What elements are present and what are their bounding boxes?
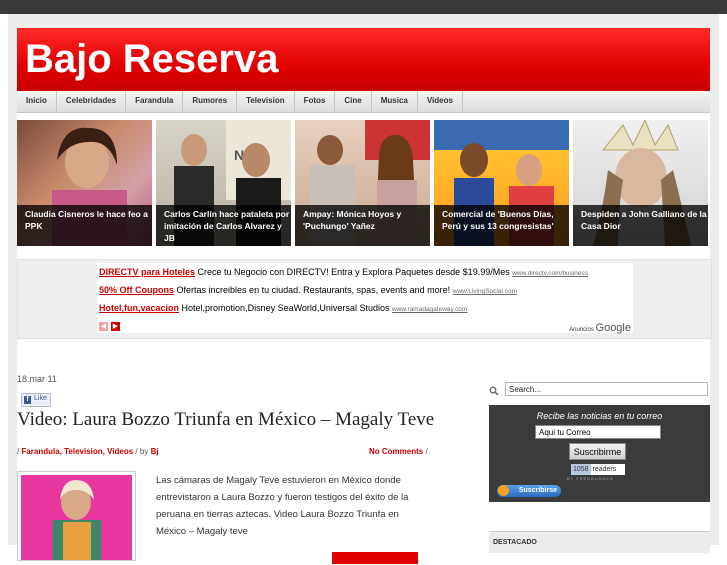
featured-slide[interactable]: Comercial de 'Buenos Días, Perú y sus 13… — [434, 120, 569, 246]
ad-url[interactable]: www.ramadagateway.com — [392, 306, 467, 313]
nav-item-farandula[interactable]: Farandula — [126, 91, 184, 112]
ad-url[interactable]: www.LivingSocial.com — [453, 288, 517, 295]
main-nav: Inicio Celebridades Farandula Rumores Te… — [17, 91, 710, 113]
rss-subscribe-button[interactable]: Suscribirse — [497, 485, 561, 497]
by-label: by — [139, 447, 149, 456]
ad-title[interactable]: DIRECTV para Hoteles — [99, 267, 195, 277]
ad-prev-arrow-icon[interactable]: ◀ — [99, 322, 108, 331]
nav-item-celebridades[interactable]: Celebridades — [57, 91, 127, 112]
feedburner-readers[interactable]: 1058 readers — [571, 464, 625, 475]
featured-slide[interactable]: Despiden a John Galliano de la Casa Dior — [573, 120, 708, 246]
email-subscribe-box: Recibe las noticias en tu correo Aqui tu… — [489, 405, 710, 502]
subscribe-button[interactable]: Suscribirme — [569, 443, 626, 460]
read-more-tab[interactable] — [332, 552, 418, 564]
featured-slide[interactable]: Ampay: Mónica Hoyos y 'Puchungo' Yañez — [295, 120, 430, 246]
rss-icon — [498, 485, 509, 496]
page-wrapper: Bajo Reserva Inicio Celebridades Farandu… — [8, 14, 719, 564]
subscribe-title: Recibe las noticias en tu correo — [536, 411, 663, 421]
ad-banner: DIRECTV para Hoteles Crece tu Negocio co… — [17, 259, 712, 339]
like-label: Like — [34, 395, 47, 402]
comments-link[interactable]: No Comments / — [369, 447, 428, 456]
ad-line[interactable]: DIRECTV para Hoteles Crece tu Negocio co… — [99, 267, 588, 277]
post-categories[interactable]: Farandula, Television, Videos — [21, 447, 133, 456]
nav-item-rumores[interactable]: Rumores — [183, 91, 238, 112]
rss-button-label: Suscribirse — [518, 487, 557, 494]
post-date: 18.mar 11 — [17, 374, 57, 384]
ad-line[interactable]: 50% Off Coupons Ofertas increibles en tu… — [99, 285, 517, 295]
ad-line[interactable]: Hotel,fun,vacacion Hotel,promotion,Disne… — [99, 303, 467, 313]
readers-label: readers — [592, 466, 617, 473]
email-field[interactable]: Aqui tu Correo — [535, 425, 661, 439]
ad-next-arrow-icon[interactable]: ▶ — [111, 322, 120, 331]
featured-slide[interactable]: Claudia Cisneros le hace feo a PPK — [17, 120, 152, 246]
slide-caption: Despiden a John Galliano de la Casa Dior — [573, 205, 708, 246]
nav-item-fotos[interactable]: Fotos — [295, 91, 336, 112]
search-icon — [489, 383, 499, 396]
post-meta: / Farandula, Television, Videos / by Bj … — [17, 447, 428, 456]
search-input[interactable]: Search... — [505, 382, 708, 396]
google-logo: Google — [595, 322, 631, 334]
slide-caption: Carlos Carlín hace pataleta por imitació… — [156, 205, 291, 246]
ads-by-google[interactable]: Anuncios Google — [569, 322, 631, 334]
thumbnail-photo — [21, 475, 132, 560]
slide-caption: Comercial de 'Buenos Días, Perú y sus 13… — [434, 205, 569, 246]
ad-text: Crece tu Negocio con DIRECTV! Entra y Ex… — [197, 267, 510, 277]
slide-caption: Claudia Cisneros le hace feo a PPK — [17, 205, 152, 246]
nav-item-inicio[interactable]: Inicio — [17, 91, 57, 112]
comments-label[interactable]: No Comments — [369, 447, 423, 456]
site-logo[interactable]: Bajo Reserva — [25, 37, 278, 82]
post-title[interactable]: Video: Laura Bozzo Triunfa en México – M… — [17, 409, 434, 431]
adsby-label: Anuncios — [569, 327, 594, 333]
featured-slide[interactable]: NEG Carlos Carlín hace pataleta por imit… — [156, 120, 291, 246]
nav-item-musica[interactable]: Musica — [372, 91, 418, 112]
nav-item-cine[interactable]: Cine — [335, 91, 372, 112]
facebook-like-button[interactable]: f Like — [21, 393, 51, 407]
facebook-icon: f — [24, 396, 31, 404]
post-excerpt: Las cámaras de Magaly Teve estuvieron en… — [156, 475, 409, 537]
page-content: Bajo Reserva Inicio Celebridades Farandu… — [17, 28, 712, 564]
ad-title[interactable]: Hotel,fun,vacacion — [99, 303, 179, 313]
top-bar — [0, 0, 727, 14]
ad-url[interactable]: www.directv.com/business — [512, 270, 588, 277]
post-thumbnail[interactable] — [17, 471, 136, 561]
nav-item-videos[interactable]: Videos — [418, 91, 463, 112]
destacado-heading: DESTACADO — [489, 531, 710, 553]
feedburner-label: BY FEEDBURNER — [567, 476, 614, 481]
featured-slider: Claudia Cisneros le hace feo a PPK NEG C… — [17, 120, 710, 246]
ad-text: Ofertas increibles en tu ciudad. Restaur… — [176, 285, 451, 295]
site-header: Bajo Reserva — [17, 28, 710, 91]
readers-count: 1058 — [571, 464, 591, 475]
ad-text: Hotel,promotion,Disney SeaWorld,Universa… — [181, 303, 390, 313]
slide-caption: Ampay: Mónica Hoyos y 'Puchungo' Yañez — [295, 205, 430, 246]
post-author[interactable]: Bj — [151, 447, 159, 456]
nav-item-television[interactable]: Television — [237, 91, 295, 112]
adsense-box: DIRECTV para Hoteles Crece tu Negocio co… — [97, 263, 633, 334]
ad-title[interactable]: 50% Off Coupons — [99, 285, 174, 295]
